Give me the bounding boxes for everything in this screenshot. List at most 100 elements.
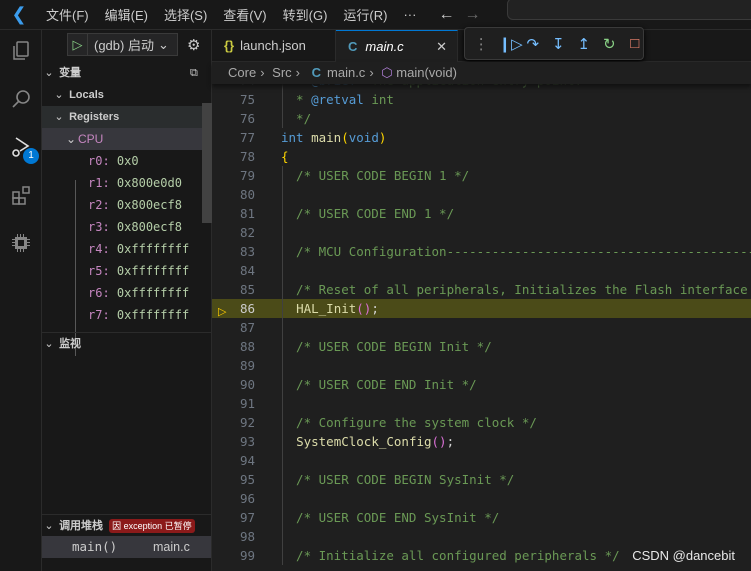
code-text: /* USER CODE BEGIN SysInit */ <box>281 470 514 489</box>
code-token: /* USER CODE END 1 */ <box>281 206 455 221</box>
launch-config-select[interactable]: ▷ (gdb) 启动 ⌄ <box>67 33 178 56</box>
register-name: r5: <box>88 264 110 278</box>
line-number: 88 <box>239 339 255 354</box>
line-number: 92 <box>239 415 255 430</box>
code-token: int <box>363 92 394 107</box>
menu-more[interactable]: ··· <box>395 7 424 22</box>
register-name: r2: <box>88 198 110 212</box>
code-token: /* USER CODE END Init */ <box>281 377 477 392</box>
code-line: 77 int main(void) <box>212 128 751 147</box>
line-number: 76 <box>239 111 255 126</box>
line-number: 84 <box>239 263 255 278</box>
line-number: 89 <box>239 358 255 373</box>
code-line: 83 /* MCU Configuration-----------------… <box>212 242 751 261</box>
code-line: 79 /* USER CODE BEGIN 1 */ <box>212 166 751 185</box>
code-token: ( <box>341 130 349 145</box>
register-row[interactable]: r6: 0xffffffff <box>42 282 202 304</box>
indent-guide <box>282 527 283 546</box>
code-editor[interactable]: 74 * @brief The application entry point.… <box>212 62 751 571</box>
code-token: @retval <box>311 92 364 107</box>
step-over-icon[interactable]: ↷ <box>525 35 542 53</box>
explorer-icon[interactable] <box>5 35 37 67</box>
code-line: 85 /* Reset of all peripherals, Initiali… <box>212 280 751 299</box>
code-line: 87 <box>212 318 751 337</box>
menu-file[interactable]: 文件(F) <box>38 5 97 24</box>
register-row[interactable]: r0: 0x0 <box>42 150 202 172</box>
menu-edit[interactable]: 编辑(E) <box>97 5 156 24</box>
c-file-icon: C <box>348 39 358 54</box>
register-row[interactable]: r7: 0xffffffff <box>42 304 202 326</box>
line-number: 95 <box>239 472 255 487</box>
gear-icon[interactable]: ⚙ <box>187 36 200 54</box>
paused-exception-badge: 因 exception 已暂停 <box>109 519 195 534</box>
back-arrow-icon[interactable]: ← <box>438 6 454 24</box>
search-icon[interactable] <box>5 83 37 115</box>
stop-icon[interactable]: □ <box>627 35 644 52</box>
code-token: () <box>356 301 372 316</box>
step-into-icon[interactable]: ↧ <box>550 35 567 53</box>
callstack-section-header[interactable]: ⌄ 调用堆栈因 exception 已暂停 <box>42 514 211 536</box>
code-token: void <box>348 130 379 145</box>
code-token: ; <box>371 301 379 316</box>
step-out-icon[interactable]: ↥ <box>576 35 593 53</box>
stack-frame[interactable]: main() main.c <box>42 536 211 558</box>
code-line: 90 /* USER CODE END Init */ <box>212 375 751 394</box>
extensions-icon[interactable] <box>5 179 37 211</box>
sidebar-scrollbar[interactable] <box>202 103 212 223</box>
watch-title: 监视 <box>59 338 82 350</box>
variables-title: 变量 <box>59 67 82 79</box>
code-text: /* USER CODE END Init */ <box>281 375 477 394</box>
frame-function: main() <box>72 539 118 554</box>
code-line: 95 /* USER CODE BEGIN SysInit */ <box>212 470 751 489</box>
menu-view[interactable]: 查看(V) <box>215 5 274 24</box>
code-text: /* USER CODE END SysInit */ <box>281 508 499 527</box>
drag-handle-icon[interactable]: ⋮ <box>473 35 490 53</box>
code-token: SystemClock_Config <box>296 434 432 449</box>
register-value: 0xffffffff <box>116 308 190 322</box>
variables-section-header[interactable]: ⌄ 变量 ⧉ <box>42 62 211 84</box>
line-number: 96 <box>239 491 255 506</box>
line-number: 79 <box>239 168 255 183</box>
code-token: ) <box>378 130 387 145</box>
command-center-input[interactable] <box>507 0 751 20</box>
restart-icon[interactable]: ↻ <box>601 35 618 53</box>
close-icon[interactable]: ✕ <box>436 31 447 62</box>
line-number: 94 <box>239 453 255 468</box>
breadcrumb-src[interactable]: Src <box>272 65 292 80</box>
menu-selection[interactable]: 选择(S) <box>156 5 215 24</box>
code-token: /* MCU Configuration--------------------… <box>296 244 751 259</box>
code-token: /* Initialize all configured peripherals… <box>281 548 620 563</box>
register-row[interactable]: r5: 0xffffffff <box>42 260 202 282</box>
register-row[interactable]: r2: 0x800ecf8 <box>42 194 202 216</box>
code-line: 80 <box>212 185 751 204</box>
watch-section-header[interactable]: ⌄ 监视 <box>42 332 211 354</box>
breadcrumb-core[interactable]: Core <box>228 65 256 80</box>
menu-go[interactable]: 转到(G) <box>275 5 336 24</box>
chip-icon[interactable] <box>5 227 37 259</box>
cpu-group[interactable]: ⌄ CPU <box>42 128 211 150</box>
run-debug-icon[interactable]: 1 <box>5 131 39 164</box>
registers-scope[interactable]: ⌄ Registers <box>42 106 211 128</box>
tab-launch-json[interactable]: {} launch.json <box>212 30 336 62</box>
register-row[interactable]: r4: 0xffffffff <box>42 238 202 260</box>
code-token: ; <box>446 434 455 449</box>
register-row[interactable]: r1: 0x800e0d0 <box>42 172 202 194</box>
breadcrumb-symbol[interactable]: main(void) <box>396 65 457 80</box>
indent-guide <box>282 394 283 413</box>
line-number: 83 <box>239 244 255 259</box>
symbol-method-icon: ⬡ <box>381 65 393 80</box>
tab-main-c[interactable]: Cmain.c ✕ <box>336 30 458 62</box>
cpu-label: CPU <box>78 132 104 146</box>
register-row[interactable]: r3: 0x800ecf8 <box>42 216 202 238</box>
register-value: 0xffffffff <box>116 242 190 256</box>
indent-guide <box>282 318 283 337</box>
menu-run[interactable]: 运行(R) <box>335 5 395 24</box>
collapse-all-icon[interactable]: ⧉ <box>190 62 198 84</box>
breadcrumb-file[interactable]: main.c <box>327 65 365 80</box>
locals-scope[interactable]: ⌄ Locals <box>42 84 211 106</box>
register-value: 0x800ecf8 <box>116 220 182 234</box>
forward-arrow-icon[interactable]: → <box>464 6 480 24</box>
line-number: 82 <box>239 225 255 240</box>
start-debug-icon[interactable]: ▷ <box>68 34 88 55</box>
continue-icon[interactable]: ❙▷ <box>499 35 523 53</box>
